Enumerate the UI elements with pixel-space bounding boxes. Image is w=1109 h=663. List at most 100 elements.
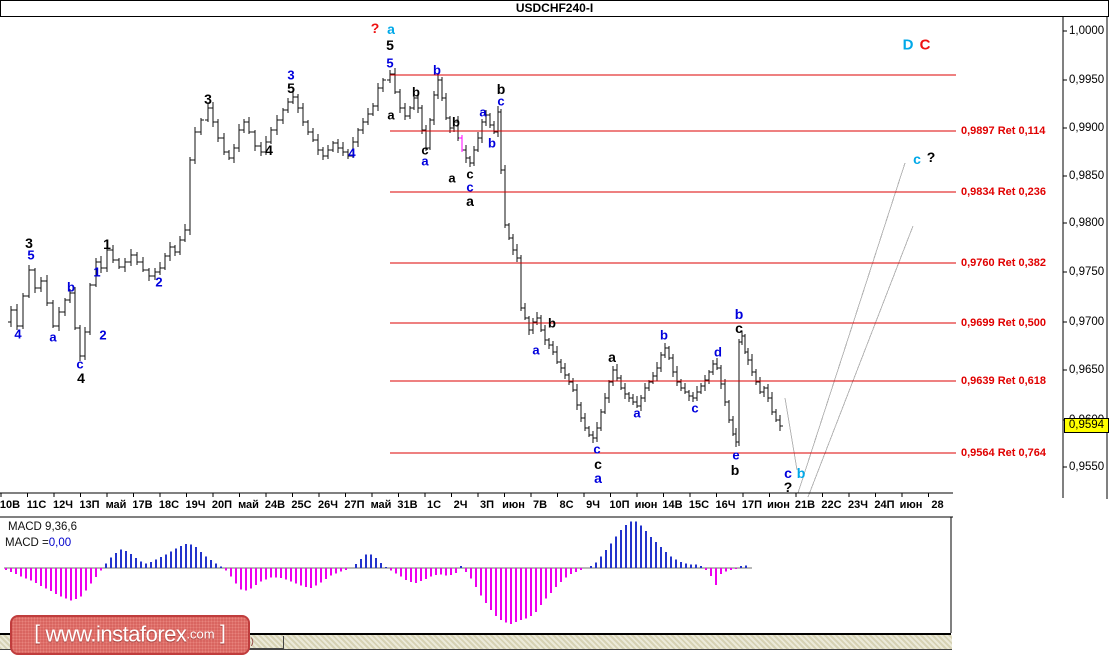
wave-label: D bbox=[902, 36, 914, 54]
wave-label: a bbox=[387, 107, 395, 123]
wave-label: a bbox=[49, 329, 57, 345]
price-axis-label: 0,9900 bbox=[1069, 122, 1105, 134]
x-axis-label: 23Ч bbox=[848, 499, 868, 511]
x-axis-label: 21В bbox=[794, 499, 816, 511]
wave-label: c bbox=[497, 93, 505, 109]
wave-label: b bbox=[433, 62, 441, 78]
wave-label: d bbox=[714, 344, 722, 360]
x-axis-label: май bbox=[238, 499, 259, 511]
wave-label: ? bbox=[370, 20, 380, 36]
price-axis-label: 0,9750 bbox=[1069, 266, 1105, 278]
x-axis-label: 16Ч bbox=[715, 499, 736, 511]
fib-level-label: 0,9699 Ret 0,500 bbox=[961, 317, 1047, 329]
x-axis-label: 17П bbox=[741, 499, 763, 511]
price-axis-label: 1,0000 bbox=[1069, 25, 1105, 37]
wave-label: b bbox=[488, 135, 496, 151]
price-axis-label: 0,9850 bbox=[1069, 170, 1105, 182]
banner-bracket-right: ] bbox=[214, 622, 226, 645]
wave-label: a bbox=[448, 170, 456, 186]
x-axis-label: 24П bbox=[874, 499, 895, 511]
banner-bracket-left: [ bbox=[34, 622, 46, 645]
wave-label: b bbox=[660, 327, 668, 343]
wave-label: 3 bbox=[204, 91, 212, 107]
wave-label: b bbox=[67, 279, 75, 295]
x-axis-label: 24В bbox=[264, 499, 286, 511]
x-axis-label: 22С bbox=[821, 499, 842, 511]
macd-value-label: MACD =0,00 bbox=[5, 537, 71, 549]
wave-label: b bbox=[734, 306, 744, 322]
wave-label: a bbox=[466, 193, 474, 209]
x-axis-label: 1С bbox=[426, 499, 442, 511]
price-bars bbox=[8, 68, 783, 447]
x-axis-label: 3П bbox=[479, 499, 495, 511]
wave-label: b bbox=[730, 462, 740, 478]
current-price-tag: 0,9594 bbox=[1064, 418, 1109, 433]
fibonacci-lines bbox=[390, 74, 956, 454]
wave-label: b bbox=[412, 84, 420, 100]
wave-label: b bbox=[452, 114, 460, 130]
wave-label: b bbox=[548, 315, 556, 331]
wave-label: c bbox=[913, 151, 921, 167]
banner-domain: www.instaforex bbox=[45, 621, 187, 647]
wave-label: 1 bbox=[93, 264, 101, 280]
x-axis-label: 10В bbox=[0, 499, 21, 511]
x-axis-label: 14В bbox=[662, 499, 683, 511]
wave-label: 5 bbox=[287, 80, 295, 96]
fib-level-label: 0,9639 Ret 0,618 bbox=[961, 375, 1047, 387]
wave-label: 4 bbox=[348, 145, 356, 161]
x-axis-label: 28 bbox=[931, 499, 944, 511]
macd-value: 0,00 bbox=[48, 537, 72, 549]
wave-label: a bbox=[608, 349, 616, 365]
projection-lines bbox=[784, 162, 914, 498]
x-axis-label: май bbox=[370, 499, 392, 511]
price-axis-label: 0,9950 bbox=[1069, 74, 1105, 86]
x-axis-label: 17В bbox=[132, 499, 153, 511]
wave-label: 5 bbox=[27, 247, 35, 263]
price-axis-label: 0,9550 bbox=[1069, 461, 1105, 473]
x-axis-label: май bbox=[105, 499, 127, 511]
wave-label: c bbox=[691, 400, 699, 416]
wave-label: 2 bbox=[99, 327, 107, 343]
x-axis-label: июн bbox=[502, 499, 525, 511]
macd-value-prefix: MACD = bbox=[5, 537, 49, 549]
wave-label: c bbox=[466, 179, 474, 195]
chart-window: USDCHF240-I 3 5 4 a b c 4 1 1 2 2 3 4 3 5 4? a 5 5 b a b b c a a c… bbox=[0, 0, 1109, 663]
x-axis-label: 10П bbox=[609, 499, 630, 511]
fib-level-label: 0,9564 Ret 0,764 bbox=[961, 447, 1047, 459]
macd-histogram bbox=[4, 521, 752, 624]
wave-label: 4 bbox=[77, 370, 85, 386]
wave-label: c bbox=[784, 465, 792, 481]
instaforex-banner[interactable]: [ www.instaforex.com ] bbox=[10, 615, 250, 655]
wave-label: a bbox=[479, 104, 487, 120]
wave-label: c bbox=[593, 441, 601, 457]
wave-label: 5 bbox=[386, 55, 394, 71]
fib-level-label: 0,9897 Ret 0,114 bbox=[961, 125, 1046, 137]
wave-label: c bbox=[76, 356, 84, 372]
x-axis-label: 2Ч bbox=[453, 499, 468, 511]
fib-level-label: 0,9760 Ret 0,382 bbox=[961, 257, 1047, 269]
wave-label: 1 bbox=[103, 236, 111, 252]
wave-label: a bbox=[633, 405, 641, 421]
price-axis-label: 0,9800 bbox=[1069, 217, 1105, 229]
wave-label: c bbox=[735, 320, 743, 336]
wave-label: a bbox=[594, 470, 602, 486]
x-axis-label: 11С bbox=[26, 499, 47, 511]
wave-label: 4 bbox=[265, 142, 273, 158]
x-axis-label: 19Ч bbox=[185, 499, 206, 511]
wave-label: 5 bbox=[386, 37, 394, 53]
wave-label: b bbox=[796, 465, 806, 481]
price-axis-label: 0,9700 bbox=[1069, 316, 1105, 328]
x-axis-label: 13П bbox=[79, 499, 100, 511]
price-chart-canvas[interactable] bbox=[0, 0, 1109, 663]
x-axis-label: 20П bbox=[211, 499, 233, 511]
wave-label: 4 bbox=[14, 326, 22, 342]
x-axis-label: 27П bbox=[344, 499, 365, 511]
x-axis-label: 7В bbox=[532, 499, 548, 511]
x-axis-label: июн bbox=[767, 499, 790, 511]
x-axis-label: 26Ч bbox=[318, 499, 338, 511]
fib-level-label: 0,9834 Ret 0,236 bbox=[961, 186, 1047, 198]
banner-tld: .com bbox=[186, 626, 215, 642]
macd-indicator-label: MACD 9,36,6 bbox=[8, 521, 78, 533]
x-axis-label: 18С bbox=[158, 499, 180, 511]
price-axis-label: 0,9650 bbox=[1069, 364, 1105, 376]
